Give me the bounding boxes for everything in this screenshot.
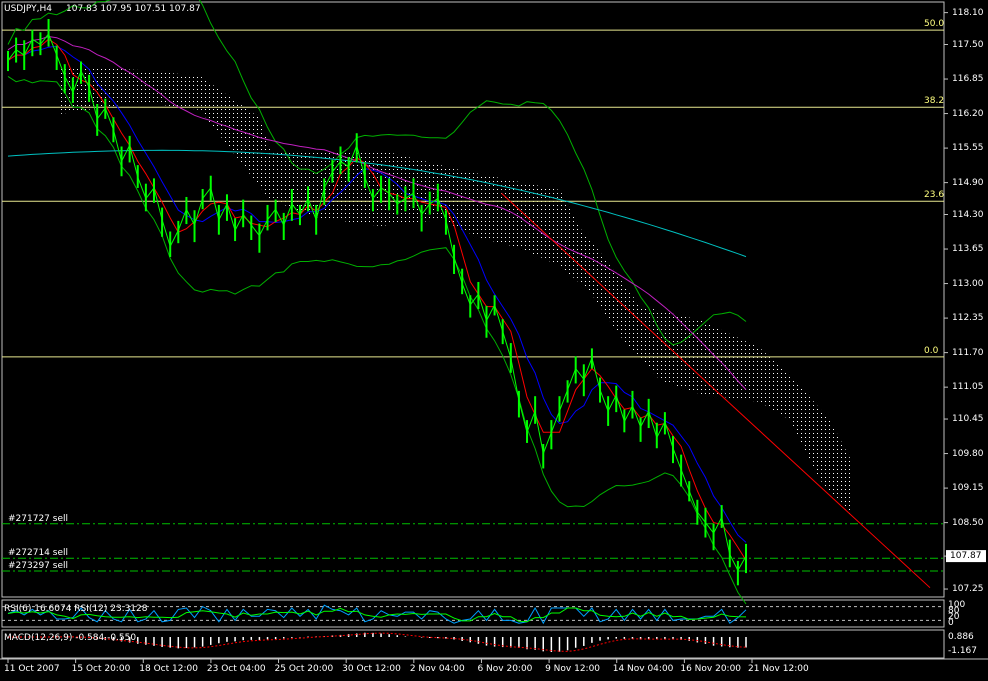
price-axis-label: 115.55 xyxy=(952,143,984,154)
price-axis-label: 116.20 xyxy=(952,108,984,119)
chart-window[interactable]: USDJPY,H4 107.83 107.95 107.51 107.87 RS… xyxy=(0,0,988,681)
fib-level-label: 0.0 xyxy=(924,345,939,356)
date-axis-label: 16 Nov 20:00 xyxy=(680,664,742,674)
fib-level-label: 23.6 xyxy=(924,190,945,201)
price-axis-label: 117.50 xyxy=(952,39,984,50)
price-axis-label: 110.45 xyxy=(952,414,984,425)
date-axis-label: 25 Oct 20:00 xyxy=(274,664,334,674)
date-axis-label: 15 Oct 20:00 xyxy=(71,664,131,674)
price-axis-label: 109.15 xyxy=(952,483,984,494)
date-axis-label: 9 Nov 12:00 xyxy=(545,664,601,674)
macd-label: MACD(12,26,9) -0.584 -0.550 xyxy=(4,633,137,643)
date-axis-label: 2 Nov 04:00 xyxy=(409,664,465,674)
rsi-label: RSI(6) 16.6074 RSI(12) 23.3128 xyxy=(4,604,148,614)
price-axis-label: 112.35 xyxy=(952,313,984,324)
date-axis-label: 11 Oct 2007 xyxy=(4,664,60,674)
price-axis-label: 107.25 xyxy=(952,584,984,595)
ichimoku-cloud xyxy=(60,66,850,514)
current-price-label: 107.87 xyxy=(950,551,982,562)
price-axis-label: 111.05 xyxy=(952,382,984,393)
macd-panel-frame xyxy=(1,629,945,659)
macd-axis-label: 0.886 xyxy=(948,632,974,642)
price-axis-label: 109.80 xyxy=(952,448,984,459)
order-label: #272714 sell xyxy=(8,548,68,559)
date-axis-label: 18 Oct 12:00 xyxy=(139,664,198,674)
symbol-label: USDJPY,H4 xyxy=(4,4,52,14)
price-axis-label: 118.10 xyxy=(952,7,984,18)
order-label: #273297 sell xyxy=(8,560,68,571)
date-axis-label: 6 Nov 20:00 xyxy=(477,664,533,674)
date-axis-label: 30 Oct 12:00 xyxy=(342,664,401,674)
order-label: #271727 sell xyxy=(8,513,68,524)
ohlc-label: 107.83 107.95 107.51 107.87 xyxy=(66,4,201,14)
date-axis-label: 14 Nov 04:00 xyxy=(612,664,674,674)
fib-level-label: 50.0 xyxy=(924,19,945,30)
date-axis-label: 21 Nov 12:00 xyxy=(748,664,809,674)
fib-level-label: 38.2 xyxy=(924,96,945,107)
date-axis-label: 23 Oct 04:00 xyxy=(206,664,266,674)
moving-average-blue xyxy=(7,45,747,543)
price-axis-label: 113.65 xyxy=(952,244,984,255)
price-axis-label: 113.00 xyxy=(952,278,984,289)
rsi-axis-label: 0 xyxy=(948,618,954,628)
price-axis-label: 108.50 xyxy=(952,517,984,528)
price-axis-label: 111.70 xyxy=(952,347,984,358)
price-chart[interactable] xyxy=(0,0,988,681)
price-axis-label: 116.85 xyxy=(952,74,984,85)
price-axis-label: 114.90 xyxy=(952,177,984,188)
macd-axis-label: -1.167 xyxy=(948,646,978,656)
price-axis-label: 114.30 xyxy=(952,209,984,220)
